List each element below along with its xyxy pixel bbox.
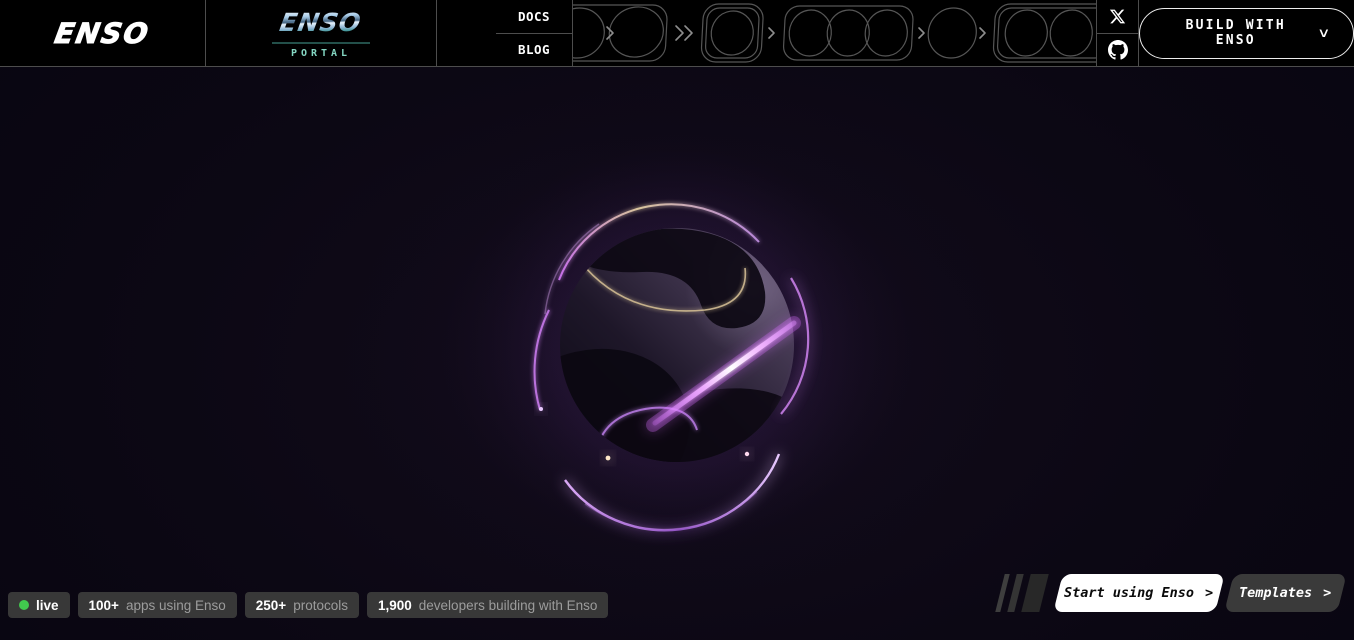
route-diagram-decoration	[573, 0, 1096, 66]
protocols-stat-value: 250+	[256, 598, 286, 613]
live-status-badge: live	[8, 592, 70, 618]
build-with-enso-button[interactable]: BUILD WITH ENSO ∨	[1139, 8, 1354, 59]
x-social-link[interactable]	[1097, 0, 1138, 33]
top-nav: ENSO ENSO PORTAL DOCS BLOG	[0, 0, 1354, 67]
social-links	[1096, 0, 1139, 66]
portal-divider-line	[272, 42, 370, 44]
nav-docs-link[interactable]: DOCS	[496, 0, 572, 33]
stats-bar: live 100+ apps using Enso 250+ protocols…	[8, 592, 608, 618]
stripe-decoration	[995, 574, 1048, 612]
protocols-stat-badge: 250+ protocols	[245, 592, 359, 618]
live-indicator-dot	[19, 600, 29, 610]
start-using-enso-button[interactable]: Start using Enso >	[1053, 574, 1224, 612]
x-icon	[1109, 8, 1126, 25]
developers-stat-badge: 1,900 developers building with Enso	[367, 592, 608, 618]
header-cta-area: BUILD WITH ENSO ∨	[1139, 0, 1354, 66]
apps-stat-badge: 100+ apps using Enso	[78, 592, 237, 618]
nav-links: DOCS BLOG	[437, 0, 573, 66]
enso-wordmark: ENSO	[52, 17, 152, 50]
templates-button[interactable]: Templates >	[1224, 574, 1346, 612]
github-social-link[interactable]	[1097, 33, 1138, 67]
nav-blog-link[interactable]: BLOG	[496, 33, 572, 67]
start-using-enso-label: Start using Enso	[1064, 585, 1194, 601]
apps-stat-label: apps using Enso	[126, 598, 226, 613]
github-icon	[1108, 40, 1128, 60]
live-label: live	[36, 598, 59, 613]
developers-stat-label: developers building with Enso	[419, 598, 598, 613]
enso-home-logo[interactable]: ENSO	[0, 0, 206, 66]
chevron-right-icon: >	[1324, 585, 1332, 601]
portal-label: PORTAL	[291, 48, 351, 59]
route-diagram-icon	[573, 0, 1096, 66]
chevron-right-icon: >	[1205, 585, 1213, 601]
hero-section: live 100+ apps using Enso 250+ protocols…	[0, 67, 1354, 640]
protocols-stat-label: protocols	[293, 598, 348, 613]
apps-stat-value: 100+	[89, 598, 119, 613]
nav-column: DOCS BLOG	[496, 0, 572, 66]
route-container-3	[783, 6, 914, 60]
portal-wordmark: ENSO	[278, 8, 364, 37]
stripe-icon	[1007, 574, 1023, 612]
hero-actions: Start using Enso > Templates >	[1000, 574, 1342, 612]
chevron-down-icon: ∨	[1318, 26, 1331, 41]
templates-label: Templates	[1239, 585, 1312, 601]
build-with-enso-label: BUILD WITH ENSO	[1164, 18, 1307, 48]
developers-stat-value: 1,900	[378, 598, 412, 613]
stripe-icon	[1021, 574, 1048, 612]
enso-ring-artwork	[427, 112, 927, 582]
enso-portal-logo[interactable]: ENSO PORTAL	[206, 0, 437, 66]
